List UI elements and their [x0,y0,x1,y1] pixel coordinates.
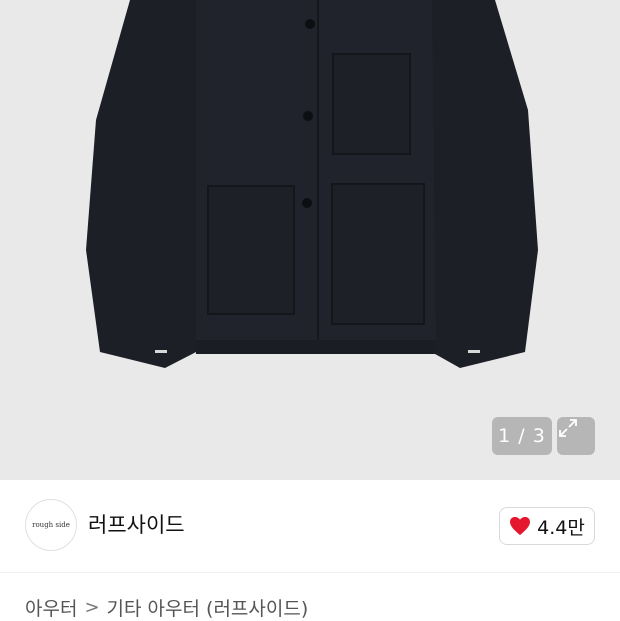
breadcrumb-separator: > [84,597,100,618]
expand-button[interactable] [557,417,595,455]
seller-logo-text: rough side [32,521,70,529]
breadcrumb: 아우터 > 기타 아우터 (러프사이드) [25,594,308,621]
image-counter: 1 / 3 [492,417,552,455]
like-button[interactable]: 4.4만 [499,507,595,545]
product-image[interactable]: 1 / 3 [0,0,620,480]
breadcrumb-category[interactable]: 아우터 [25,594,77,621]
expand-icon [559,419,577,437]
seller-name[interactable]: 러프사이드 [88,509,185,539]
breadcrumb-subcategory[interactable]: 기타 아우터 (러프사이드) [107,594,309,621]
like-count: 4.4만 [537,516,585,539]
jacket-image [86,0,538,368]
seller-logo[interactable]: rough side [25,499,77,551]
heart-icon [510,516,531,536]
